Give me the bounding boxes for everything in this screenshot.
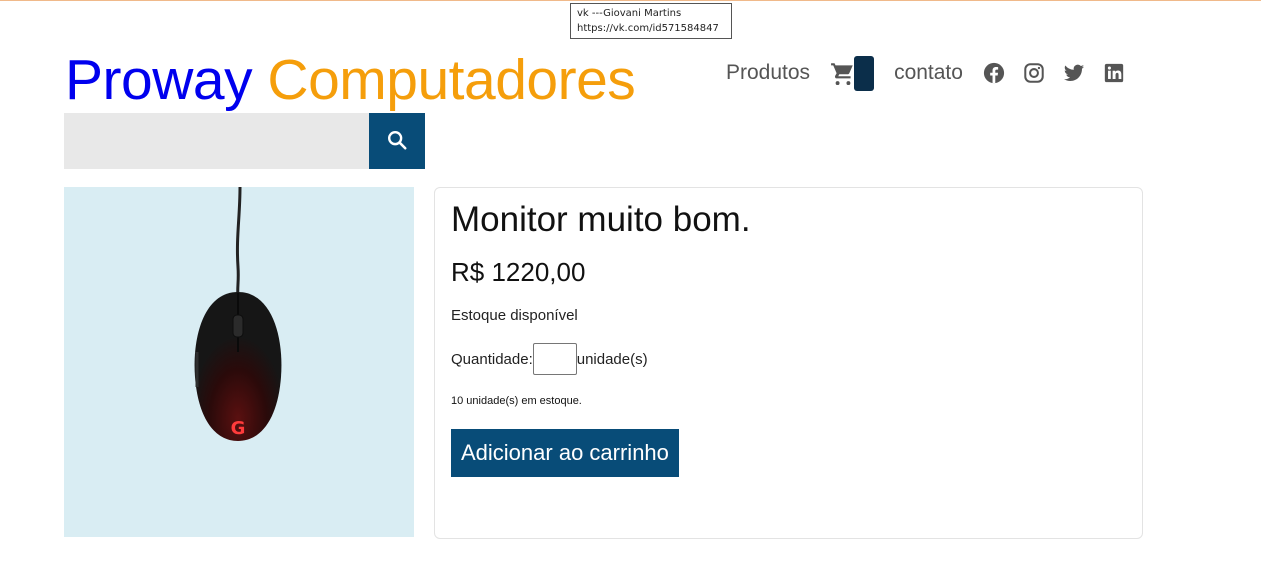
mouse-image: G: [194, 187, 282, 441]
search-icon: [386, 129, 408, 154]
units-in-stock: 10 unidade(s) em estoque.: [451, 395, 582, 407]
product-price: R$ 1220,00: [451, 257, 586, 287]
link-tooltip: vk ---Giovani Martins https://vk.com/id5…: [570, 3, 732, 39]
main-nav: Produtos contato: [726, 55, 1125, 91]
tooltip-url: https://vk.com/id571584847: [577, 23, 719, 34]
quantity-input[interactable]: [532, 343, 577, 375]
brand-part-computadores: Computadores: [267, 48, 636, 112]
quantity-row: Quantidade: unidade(s): [451, 343, 648, 375]
quantity-label: Quantidade:: [451, 350, 533, 368]
brand-part-proway: Proway: [65, 48, 253, 112]
nav-contato-link[interactable]: contato: [894, 61, 963, 85]
shopping-cart-icon: [830, 60, 856, 86]
product-details-card: Monitor muito bom. R$ 1220,00 Estoque di…: [434, 187, 1143, 539]
brand-logo[interactable]: Proway Computadores: [65, 47, 636, 113]
search-input[interactable]: [64, 113, 369, 169]
search-button[interactable]: [369, 113, 425, 169]
social-links: [983, 62, 1125, 84]
cart-button[interactable]: [830, 55, 875, 91]
tooltip-title: vk ---Giovani Martins: [577, 8, 682, 19]
svg-text:G: G: [231, 418, 246, 439]
twitter-icon[interactable]: [1063, 62, 1085, 84]
stock-status: Estoque disponível: [451, 307, 578, 324]
cart-count-badge: [854, 55, 875, 91]
search-bar: [64, 113, 425, 169]
product-image: G: [64, 187, 414, 537]
quantity-unit-label: unidade(s): [576, 350, 648, 368]
linkedin-icon[interactable]: [1103, 62, 1125, 84]
add-to-cart-button[interactable]: Adicionar ao carrinho: [451, 429, 679, 477]
facebook-icon[interactable]: [983, 62, 1005, 84]
instagram-icon[interactable]: [1023, 62, 1045, 84]
product-title: Monitor muito bom.: [451, 200, 751, 239]
nav-produtos-link[interactable]: Produtos: [726, 61, 810, 85]
